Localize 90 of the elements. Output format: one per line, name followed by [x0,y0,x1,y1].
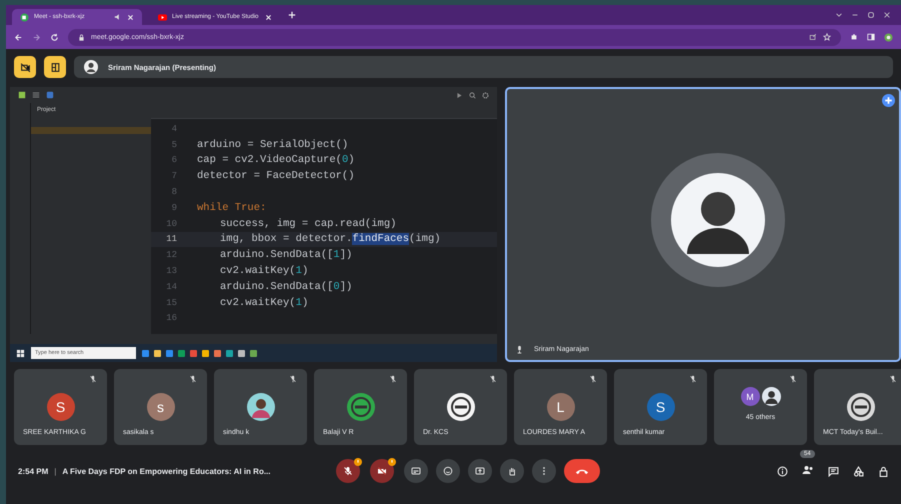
line-number: 14 [165,282,177,292]
captions-icon [411,466,422,476]
back-icon[interactable] [14,32,23,42]
mic-off-icon [489,375,497,383]
end-call-button[interactable] [564,459,600,483]
new-tab-icon[interactable] [288,11,296,19]
avatar: S [646,393,674,421]
mic-button[interactable] [336,459,360,483]
line-number: 8 [170,187,177,198]
present-button[interactable] [468,459,492,483]
line-number: 7 [170,171,177,182]
chevron-icon[interactable] [835,11,843,19]
line-number: 4 [170,124,177,134]
avatar-icon [246,393,274,421]
mic-off-icon [289,375,297,383]
restore-icon[interactable] [867,11,875,19]
camera-off-icon [377,466,388,476]
code-line: arduino = SerialObject() [197,138,348,151]
mic-off-icon [789,375,797,383]
settings-icon [482,92,489,98]
meeting-time: 2:54 PM [18,466,48,476]
people-icon[interactable] [802,465,814,475]
line-number: 15 [165,298,177,308]
menu-icon [32,91,40,99]
smiley-icon [443,466,454,476]
windows-icon [16,348,25,358]
mic-off-icon [89,375,97,383]
camera-button[interactable] [370,459,394,483]
mic-off-icon [589,375,597,383]
line-number: 12 [165,250,177,260]
reload-icon[interactable] [50,32,59,42]
mic-off-icon [689,375,697,383]
play-icon [158,12,167,22]
captions-button[interactable] [404,459,428,483]
present-icon [475,466,486,476]
line-number: 16 [165,313,177,324]
avatar: S [46,393,74,421]
line-number: 10 [165,218,177,229]
avatar-icon [651,152,785,286]
mic-off-icon [389,375,397,383]
code-line: cap = cv2.VideoCapture(0) [197,154,355,166]
speaker-icon[interactable] [114,13,122,21]
profile-icon[interactable] [884,32,893,42]
code-line: arduino.SendData([1]) [220,249,352,262]
share-icon[interactable] [809,33,817,41]
search-icon [469,92,476,98]
layout-icon [50,62,60,72]
avatar-icon [762,387,780,406]
camera-off-button[interactable] [14,56,36,78]
code-line: while True: [197,202,266,214]
mic-off-icon [343,466,354,476]
project-icon [46,91,54,99]
layout-button[interactable] [44,56,66,78]
side-panel-icon[interactable] [867,33,875,41]
avatar-icon [84,60,98,74]
meeting-title: A Five Days FDP on Empowering Educators: AI in Ro... [62,466,272,476]
shapes-icon[interactable] [853,466,864,476]
line-number: 13 [165,266,177,276]
line-number: 6 [170,155,177,166]
star-icon[interactable] [823,33,831,41]
code-line: detector = FaceDetector() [197,170,355,182]
lock-icon [78,34,85,40]
line-number: 11 [165,234,177,244]
app-icon [18,91,26,99]
code-line: cv2.waitKey(1) [220,265,308,278]
forward-icon[interactable] [32,32,41,42]
separator: | [54,466,56,476]
code-line: arduino.SendData([0]) [220,280,352,293]
camera-off-icon [20,62,30,72]
code-line: img, bbox = detector.findFaces(img) [220,233,441,246]
avatar: L [546,393,574,421]
code-line: success, img = cap.read(img) [220,218,396,230]
code-line: cv2.waitKey(1) [220,296,308,309]
info-icon[interactable] [777,466,788,476]
close-icon[interactable] [883,11,891,19]
mic-off-icon [889,375,897,383]
mic-icon [515,345,524,354]
lock-person-icon[interactable] [878,466,889,476]
line-number: 9 [170,202,177,213]
reactions-button[interactable] [436,459,460,483]
plus-icon[interactable] [882,94,895,107]
line-number: 5 [170,140,177,150]
hand-icon [507,466,518,476]
meet-icon [20,12,29,22]
hand-button[interactable] [500,459,524,483]
avatar: M [740,387,760,406]
chat-icon[interactable] [828,466,839,476]
mic-off-icon [189,375,197,383]
avatar: s [146,393,174,421]
run-icon [456,92,463,98]
